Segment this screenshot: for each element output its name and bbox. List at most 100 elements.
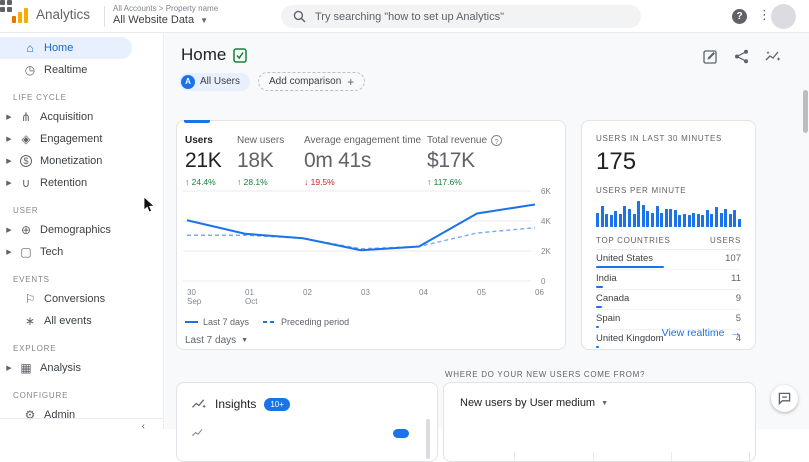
main-content: Home A All Users Add comparison + <box>165 33 809 429</box>
minute-bar <box>651 213 654 227</box>
clock-icon: ◷ <box>18 63 42 77</box>
metric-label: Total revenue? <box>427 135 502 146</box>
sidebar-item-label: Conversions <box>44 293 105 305</box>
sidebar-item-label: Tech <box>40 246 63 258</box>
page-scrollbar[interactable] <box>803 90 808 133</box>
metric-total-revenue[interactable]: Total revenue?$17K↑ 117.6% <box>427 135 502 187</box>
realtime-card: USERS IN LAST 30 MINUTES 175 USERS PER M… <box>581 120 756 350</box>
expand-arrow-icon[interactable]: ▶ <box>0 135 14 143</box>
metric-users[interactable]: Users21K↑ 24.4% <box>185 135 221 187</box>
comparison-chips: A All Users Add comparison + <box>179 72 365 91</box>
insights-sparkle-icon <box>191 397 207 411</box>
minute-bar <box>596 213 599 227</box>
legend-item: Preceding period <box>263 317 349 327</box>
help-icon[interactable]: ? <box>491 135 502 146</box>
acquisition-icon: ⋔ <box>14 110 38 124</box>
analytics-logo-icon[interactable] <box>12 8 30 24</box>
mouse-cursor <box>143 196 155 214</box>
sidebar-item-realtime[interactable]: ◷Realtime <box>0 59 163 81</box>
sidebar-item-home[interactable]: ⌂Home <box>0 37 132 59</box>
minute-bar <box>646 211 649 227</box>
search-input[interactable]: Try searching "how to set up Analytics" <box>281 5 641 28</box>
svg-text:Oct: Oct <box>245 297 258 306</box>
svg-text:4K: 4K <box>541 217 551 226</box>
users-per-minute-chart[interactable] <box>596 201 741 227</box>
topbar-divider <box>104 6 105 27</box>
retention-icon: ∪ <box>14 176 38 190</box>
legend-item: Last 7 days <box>185 317 249 327</box>
sidebar-item-acquisition[interactable]: ▶⋔Acquisition <box>0 106 163 128</box>
brand-title: Analytics <box>36 7 90 22</box>
date-range-label: Last 7 days <box>185 335 236 346</box>
new-users-dropdown[interactable]: New users by User medium ▼ <box>460 397 739 409</box>
property-selector[interactable]: All Website Data▼ <box>113 14 208 26</box>
minute-bar <box>660 213 663 227</box>
sidebar-item-analysis[interactable]: ▶▦Analysis <box>0 357 163 379</box>
collapse-sidebar-icon[interactable]: ‹ <box>142 421 145 429</box>
legend-label: Preceding period <box>281 317 349 327</box>
minute-bar <box>683 214 686 227</box>
sidebar-item-admin[interactable]: ⚙Admin <box>0 404 163 426</box>
expand-arrow-icon[interactable]: ▶ <box>0 179 14 187</box>
sidebar-section-life-cycle: LIFE CYCLE <box>0 88 163 106</box>
sidebar-item-label: Retention <box>40 177 87 189</box>
user-avatar[interactable] <box>771 4 796 29</box>
apps-grid-icon[interactable] <box>0 0 12 12</box>
sidebar-item-conversions[interactable]: ⚐Conversions <box>0 288 163 310</box>
svg-text:06: 06 <box>535 288 544 297</box>
events-icon: ∗ <box>18 314 42 328</box>
minute-bar <box>715 207 718 227</box>
country-row[interactable]: United States107 <box>596 250 741 270</box>
country-row[interactable]: Canada9 <box>596 290 741 310</box>
feedback-button[interactable] <box>771 385 798 412</box>
country-bar <box>596 306 602 308</box>
new-users-card: New users by User medium ▼ <box>443 382 756 462</box>
insights-sparkle-icon[interactable] <box>765 49 781 64</box>
expand-arrow-icon[interactable]: ▶ <box>0 157 14 165</box>
metric-value: 0m 41s <box>304 149 421 173</box>
minute-bar <box>610 215 613 227</box>
engagement-icon: ◈ <box>14 132 38 146</box>
sidebar-item-retention[interactable]: ▶∪Retention <box>0 172 163 194</box>
metric-average-engagement-time[interactable]: Average engagement time0m 41s↓ 19.5% <box>304 135 421 187</box>
sidebar-item-tech[interactable]: ▶▢Tech <box>0 241 163 263</box>
sidebar-section-configure: CONFIGURE <box>0 386 163 404</box>
gridline <box>671 452 672 461</box>
top-countries-header: TOP COUNTRIES <box>596 236 671 245</box>
sidebar-item-label: Realtime <box>44 64 87 76</box>
add-comparison-button[interactable]: Add comparison + <box>258 72 365 91</box>
sidebar-item-engagement[interactable]: ▶◈Engagement <box>0 128 163 150</box>
country-bar <box>596 286 603 288</box>
sidebar-item-monetization[interactable]: ▶$Monetization <box>0 150 163 172</box>
expand-arrow-icon[interactable]: ▶ <box>0 248 14 256</box>
demographics-icon: ⊕ <box>14 223 38 237</box>
new-users-dropdown-label: New users by User medium <box>460 397 595 409</box>
chevron-down-icon: ▼ <box>601 400 608 407</box>
monetization-icon: $ <box>14 155 38 167</box>
insights-scrollbar[interactable] <box>426 419 430 459</box>
expand-arrow-icon[interactable]: ▶ <box>0 226 14 234</box>
metric-new-users[interactable]: New users18K↑ 28.1% <box>237 135 284 187</box>
minute-bar <box>623 206 626 227</box>
add-comparison-label: Add comparison <box>269 76 341 87</box>
share-icon[interactable] <box>734 49 749 64</box>
svg-text:03: 03 <box>361 288 370 297</box>
sidebar-section-explore: EXPLORE <box>0 339 163 357</box>
account-breadcrumb[interactable]: All Accounts > Property name <box>113 4 218 13</box>
search-placeholder: Try searching "how to set up Analytics" <box>315 11 504 23</box>
sidebar-item-demographics[interactable]: ▶⊕Demographics <box>0 219 163 241</box>
svg-text:2K: 2K <box>541 247 551 256</box>
view-realtime-link[interactable]: View realtime → <box>662 327 741 339</box>
sidebar-item-all-events[interactable]: ∗All events <box>0 310 163 332</box>
more-options-icon[interactable]: ⋮ <box>758 7 771 23</box>
customize-report-icon[interactable] <box>703 49 718 64</box>
all-users-chip[interactable]: A All Users <box>179 73 250 91</box>
country-row[interactable]: India11 <box>596 270 741 290</box>
expand-arrow-icon[interactable]: ▶ <box>0 364 14 372</box>
date-range-selector[interactable]: Last 7 days ▼ <box>185 335 248 346</box>
segment-a-badge: A <box>181 75 195 89</box>
expand-arrow-icon[interactable]: ▶ <box>0 113 14 121</box>
help-icon[interactable]: ? <box>732 9 747 24</box>
insights-title: Insights <box>215 397 256 411</box>
users-trend-chart[interactable]: 02K4K6K30Sep01Oct0203040506 <box>183 183 561 311</box>
